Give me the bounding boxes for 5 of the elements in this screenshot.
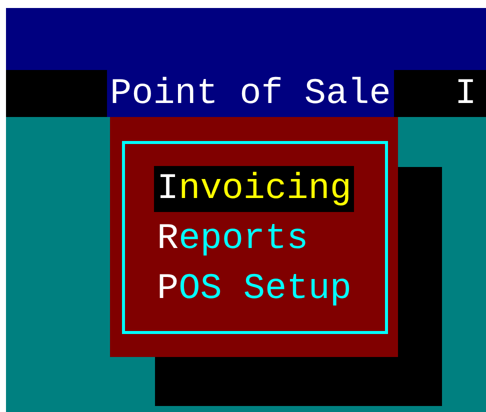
- menu-item[interactable]: POS Setup: [154, 266, 354, 312]
- menu-item[interactable]: Reports: [154, 216, 312, 262]
- menu-bar-item[interactable]: Point of Sale: [107, 70, 394, 117]
- menu-item[interactable]: Invoicing: [154, 166, 354, 212]
- menu-bar-item[interactable]: I: [452, 70, 480, 117]
